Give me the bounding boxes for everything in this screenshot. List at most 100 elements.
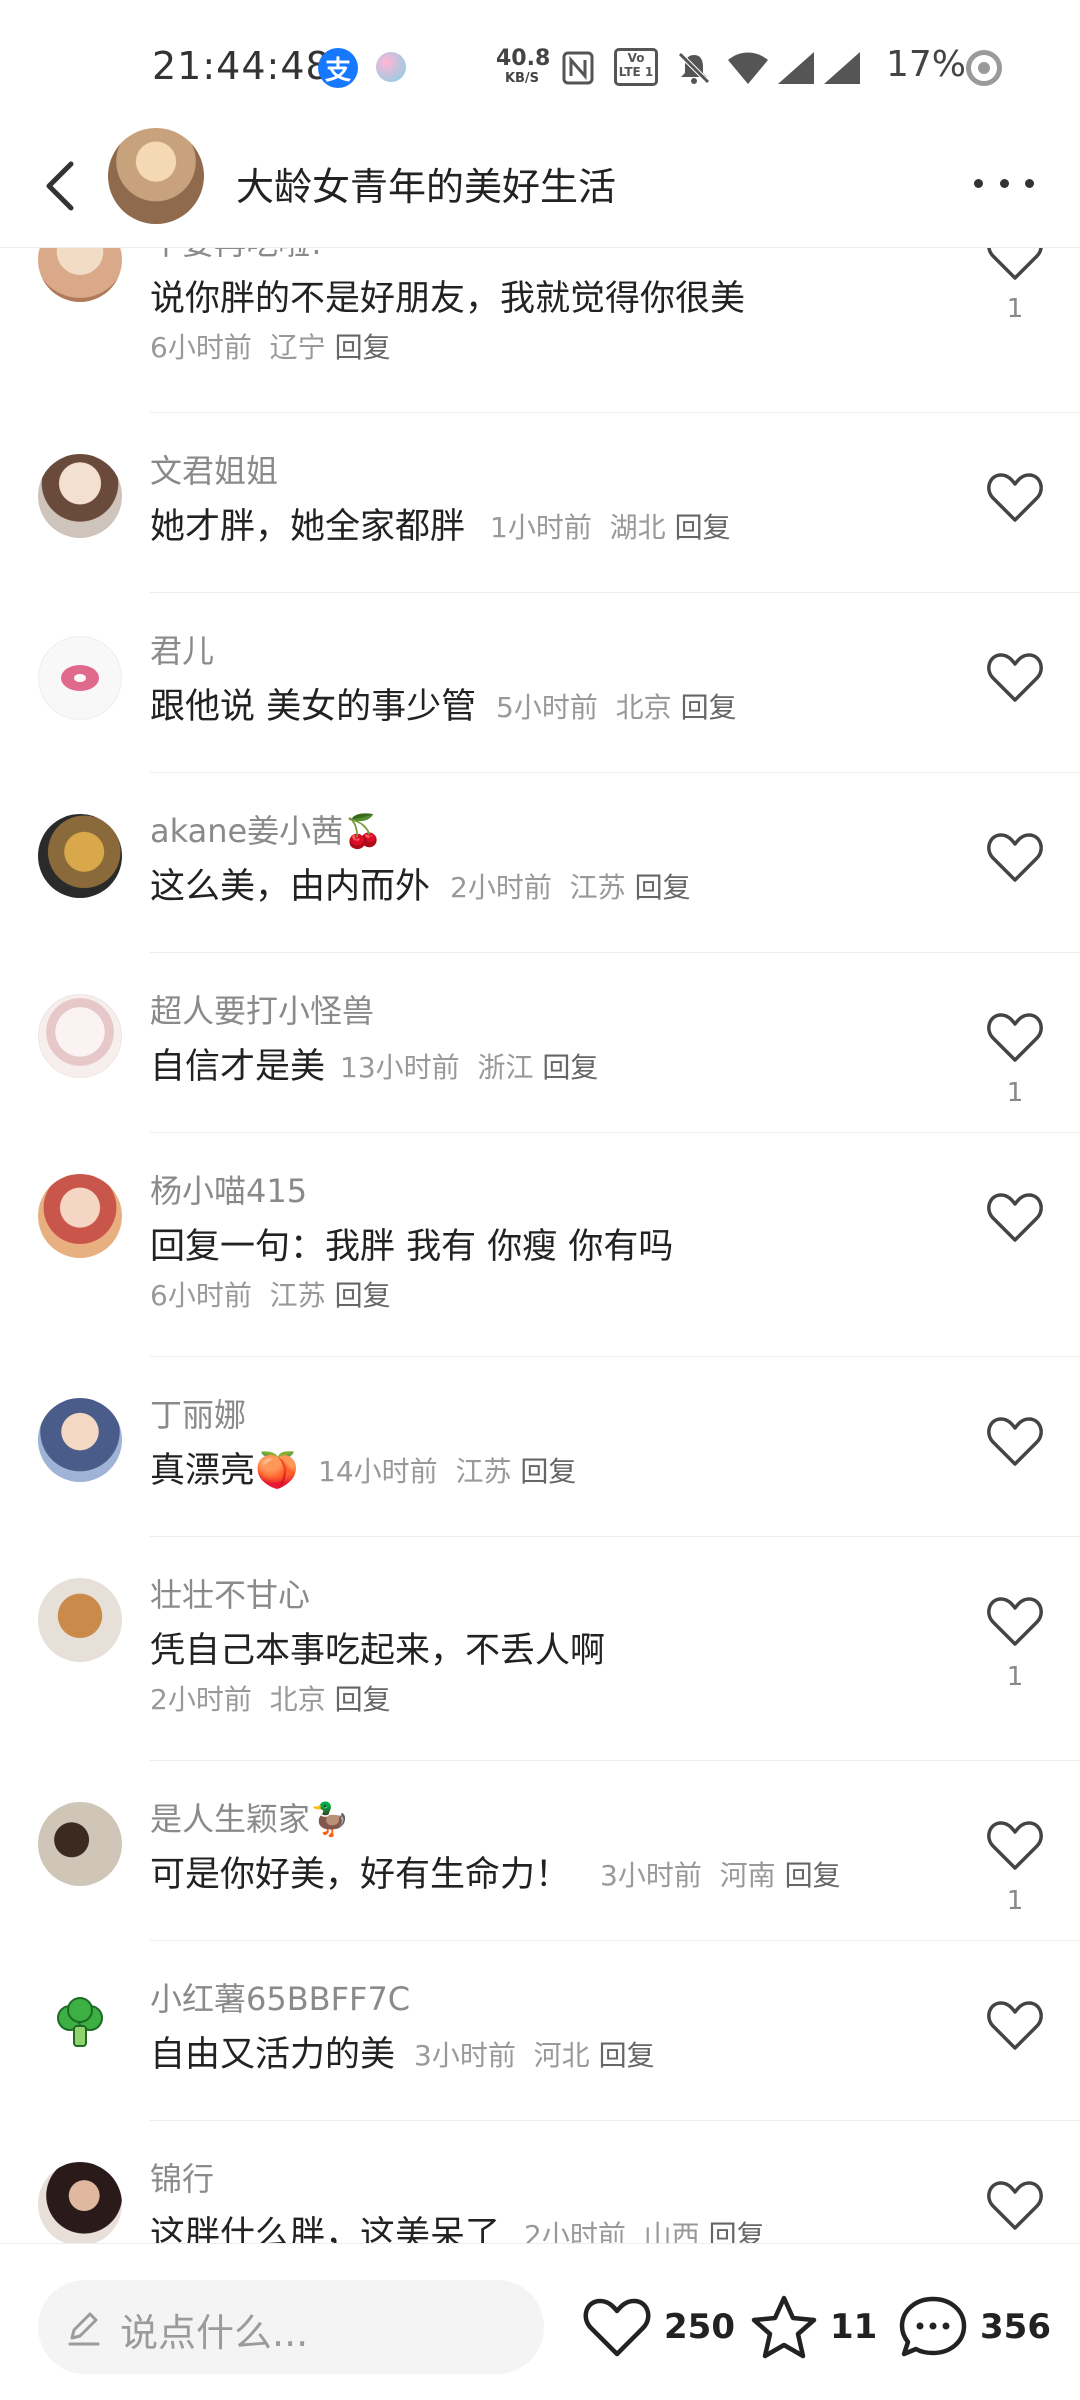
comment-text[interactable]: 自由又活力的美 xyxy=(150,2026,395,2077)
more-dot-icon xyxy=(974,178,983,188)
heart-icon[interactable] xyxy=(986,1414,1044,1468)
reply-button[interactable]: 回复 xyxy=(335,331,391,364)
like-count: 250 xyxy=(664,2307,735,2347)
comment-item: 壮壮不甘心 凭自己本事吃起来，不丢人啊 2小时前 北京 回复 1 xyxy=(0,1536,1080,1760)
like-count: 1 xyxy=(1006,1078,1024,1108)
comment-time: 3小时前 xyxy=(414,2039,516,2072)
comment-count: 356 xyxy=(980,2307,1051,2347)
comment-item: 小红薯65BBFF7C 自由又活力的美 3小时前 河北 回复 xyxy=(0,1940,1080,2120)
reply-button[interactable]: 回复 xyxy=(335,1683,391,1716)
commenter-name[interactable]: 壮壮不甘心 xyxy=(150,1570,310,1616)
author-avatar[interactable] xyxy=(108,128,204,224)
comment-text[interactable]: 凭自己本事吃起来，不丢人啊 xyxy=(150,1622,605,1673)
comment-location: 北京 xyxy=(615,691,672,724)
comment-location: 江苏 xyxy=(269,1279,326,1312)
heart-icon[interactable] xyxy=(986,470,1044,524)
commenter-name[interactable]: 超人要打小怪兽 xyxy=(150,986,374,1032)
comment-meta: 1小时前 湖北 回复 xyxy=(490,506,731,546)
comment-text[interactable]: 自信才是美 xyxy=(150,1038,325,1089)
reply-button[interactable]: 回复 xyxy=(635,871,691,904)
reply-button[interactable]: 回复 xyxy=(335,1279,391,1312)
chat-bubble-icon xyxy=(899,2296,967,2357)
heart-icon[interactable] xyxy=(986,1594,1044,1648)
volte-icon: Vo LTE 1 xyxy=(614,48,658,86)
commenter-name[interactable]: 锦行 xyxy=(150,2154,214,2200)
comment-item: 不要再吃啦! 说你胖的不是好朋友，我就觉得你很美 6小时前 辽宁 回复 1 xyxy=(0,248,1080,408)
favorite-count: 11 xyxy=(830,2307,878,2347)
broccoli-icon xyxy=(57,1997,103,2047)
author-name[interactable]: 大龄女青年的美好生活 xyxy=(236,156,616,211)
heart-icon[interactable] xyxy=(986,248,1044,282)
commenter-name[interactable]: 是人生颖家🦆 xyxy=(150,1794,350,1840)
comment-text[interactable]: 可是你好美，好有生命力！ xyxy=(150,1846,570,1897)
commenter-name[interactable]: 丁丽娜 xyxy=(150,1390,246,1436)
commenter-avatar[interactable] xyxy=(38,454,122,538)
comment-location: 湖北 xyxy=(609,511,666,544)
commenter-name[interactable]: 文君姐姐 xyxy=(150,446,278,492)
heart-icon[interactable] xyxy=(986,650,1044,704)
heart-icon[interactable] xyxy=(986,1998,1044,2052)
comment-item: 杨小喵415 回复一句：我胖 我有 你瘦 你有吗 6小时前 江苏 回复 xyxy=(0,1132,1080,1356)
nfc-icon xyxy=(562,51,594,85)
commenter-avatar[interactable] xyxy=(38,248,122,302)
comment-list[interactable]: 不要再吃啦! 说你胖的不是好朋友，我就觉得你很美 6小时前 辽宁 回复 1 文君… xyxy=(0,248,1080,2243)
comment-location: 辽宁 xyxy=(269,331,326,364)
heart-icon xyxy=(583,2298,651,2357)
reply-button[interactable]: 回复 xyxy=(675,511,731,544)
comment-text[interactable]: 这胖什么胖，这美呆了 xyxy=(150,2206,500,2243)
favorite-button[interactable]: 11 xyxy=(750,2288,877,2366)
comment-meta: 6小时前 辽宁 回复 xyxy=(150,326,391,366)
heart-icon[interactable] xyxy=(986,2178,1044,2232)
commenter-name[interactable]: 不要再吃啦! xyxy=(150,248,323,264)
comment-text[interactable]: 这么美，由内而外 xyxy=(150,858,430,909)
comment-item: 君儿 跟他说 美女的事少管 5小时前 北京 回复 xyxy=(0,592,1080,772)
comment-meta: 2小时前 山西 回复 xyxy=(524,2214,765,2243)
commenter-name[interactable]: 小红薯65BBFF7C xyxy=(150,1974,410,2020)
commenter-avatar[interactable] xyxy=(38,1398,122,1482)
comment-text[interactable]: 跟他说 美女的事少管 xyxy=(150,678,476,729)
heart-icon[interactable] xyxy=(986,830,1044,884)
commenter-name[interactable]: 杨小喵415 xyxy=(150,1166,307,1212)
more-dot-icon xyxy=(999,178,1009,188)
commenter-avatar[interactable] xyxy=(38,1802,122,1886)
comment-text[interactable]: 她才胖，她全家都胖 xyxy=(150,498,465,549)
commenter-avatar[interactable] xyxy=(38,994,122,1078)
comment-time: 2小时前 xyxy=(524,2219,626,2243)
comment-button[interactable]: 356 xyxy=(898,2288,1051,2366)
heart-icon[interactable] xyxy=(986,1818,1044,1872)
more-options-button[interactable] xyxy=(974,168,1034,198)
comment-time: 3小时前 xyxy=(600,1859,702,1892)
comment-meta: 2小时前 北京 回复 xyxy=(150,1678,391,1718)
reply-button[interactable]: 回复 xyxy=(709,2219,765,2243)
commenter-avatar[interactable] xyxy=(38,814,122,898)
reply-button[interactable]: 回复 xyxy=(599,2039,655,2072)
app-notification-icon xyxy=(376,52,406,82)
mute-bell-icon xyxy=(678,52,710,84)
commenter-avatar[interactable] xyxy=(38,2162,122,2243)
cherry-emoji: 🍒 xyxy=(343,812,384,850)
chevron-left-icon xyxy=(46,161,74,211)
commenter-avatar[interactable] xyxy=(38,1578,122,1662)
comment-item: 是人生颖家🦆 可是你好美，好有生命力！ 3小时前 河南 回复 1 xyxy=(0,1760,1080,1940)
commenter-avatar[interactable] xyxy=(38,1174,122,1258)
network-speed-value: 40.8 xyxy=(496,46,551,71)
back-button[interactable] xyxy=(30,150,90,222)
commenter-avatar[interactable] xyxy=(38,1982,122,2066)
heart-icon[interactable] xyxy=(986,1190,1044,1244)
comment-text[interactable]: 说你胖的不是好朋友，我就觉得你很美 xyxy=(150,270,745,321)
reply-button[interactable]: 回复 xyxy=(520,1455,576,1488)
comment-text[interactable]: 回复一句：我胖 我有 你瘦 你有吗 xyxy=(150,1218,673,1269)
commenter-avatar[interactable] xyxy=(38,636,122,720)
reply-button[interactable]: 回复 xyxy=(542,1051,598,1084)
like-button[interactable]: 250 xyxy=(582,2288,735,2366)
reply-button[interactable]: 回复 xyxy=(681,691,737,724)
heart-icon[interactable] xyxy=(986,1010,1044,1064)
comment-meta: 3小时前 河南 回复 xyxy=(600,1854,841,1894)
reply-button[interactable]: 回复 xyxy=(785,1859,841,1892)
commenter-name[interactable]: akane姜小茜🍒 xyxy=(150,806,383,852)
comment-input[interactable]: 说点什么... xyxy=(38,2280,544,2374)
star-icon xyxy=(751,2295,817,2359)
comment-text[interactable]: 真漂亮🍑 xyxy=(150,1442,299,1493)
commenter-name[interactable]: 君儿 xyxy=(150,626,214,672)
pencil-icon xyxy=(68,2312,100,2346)
